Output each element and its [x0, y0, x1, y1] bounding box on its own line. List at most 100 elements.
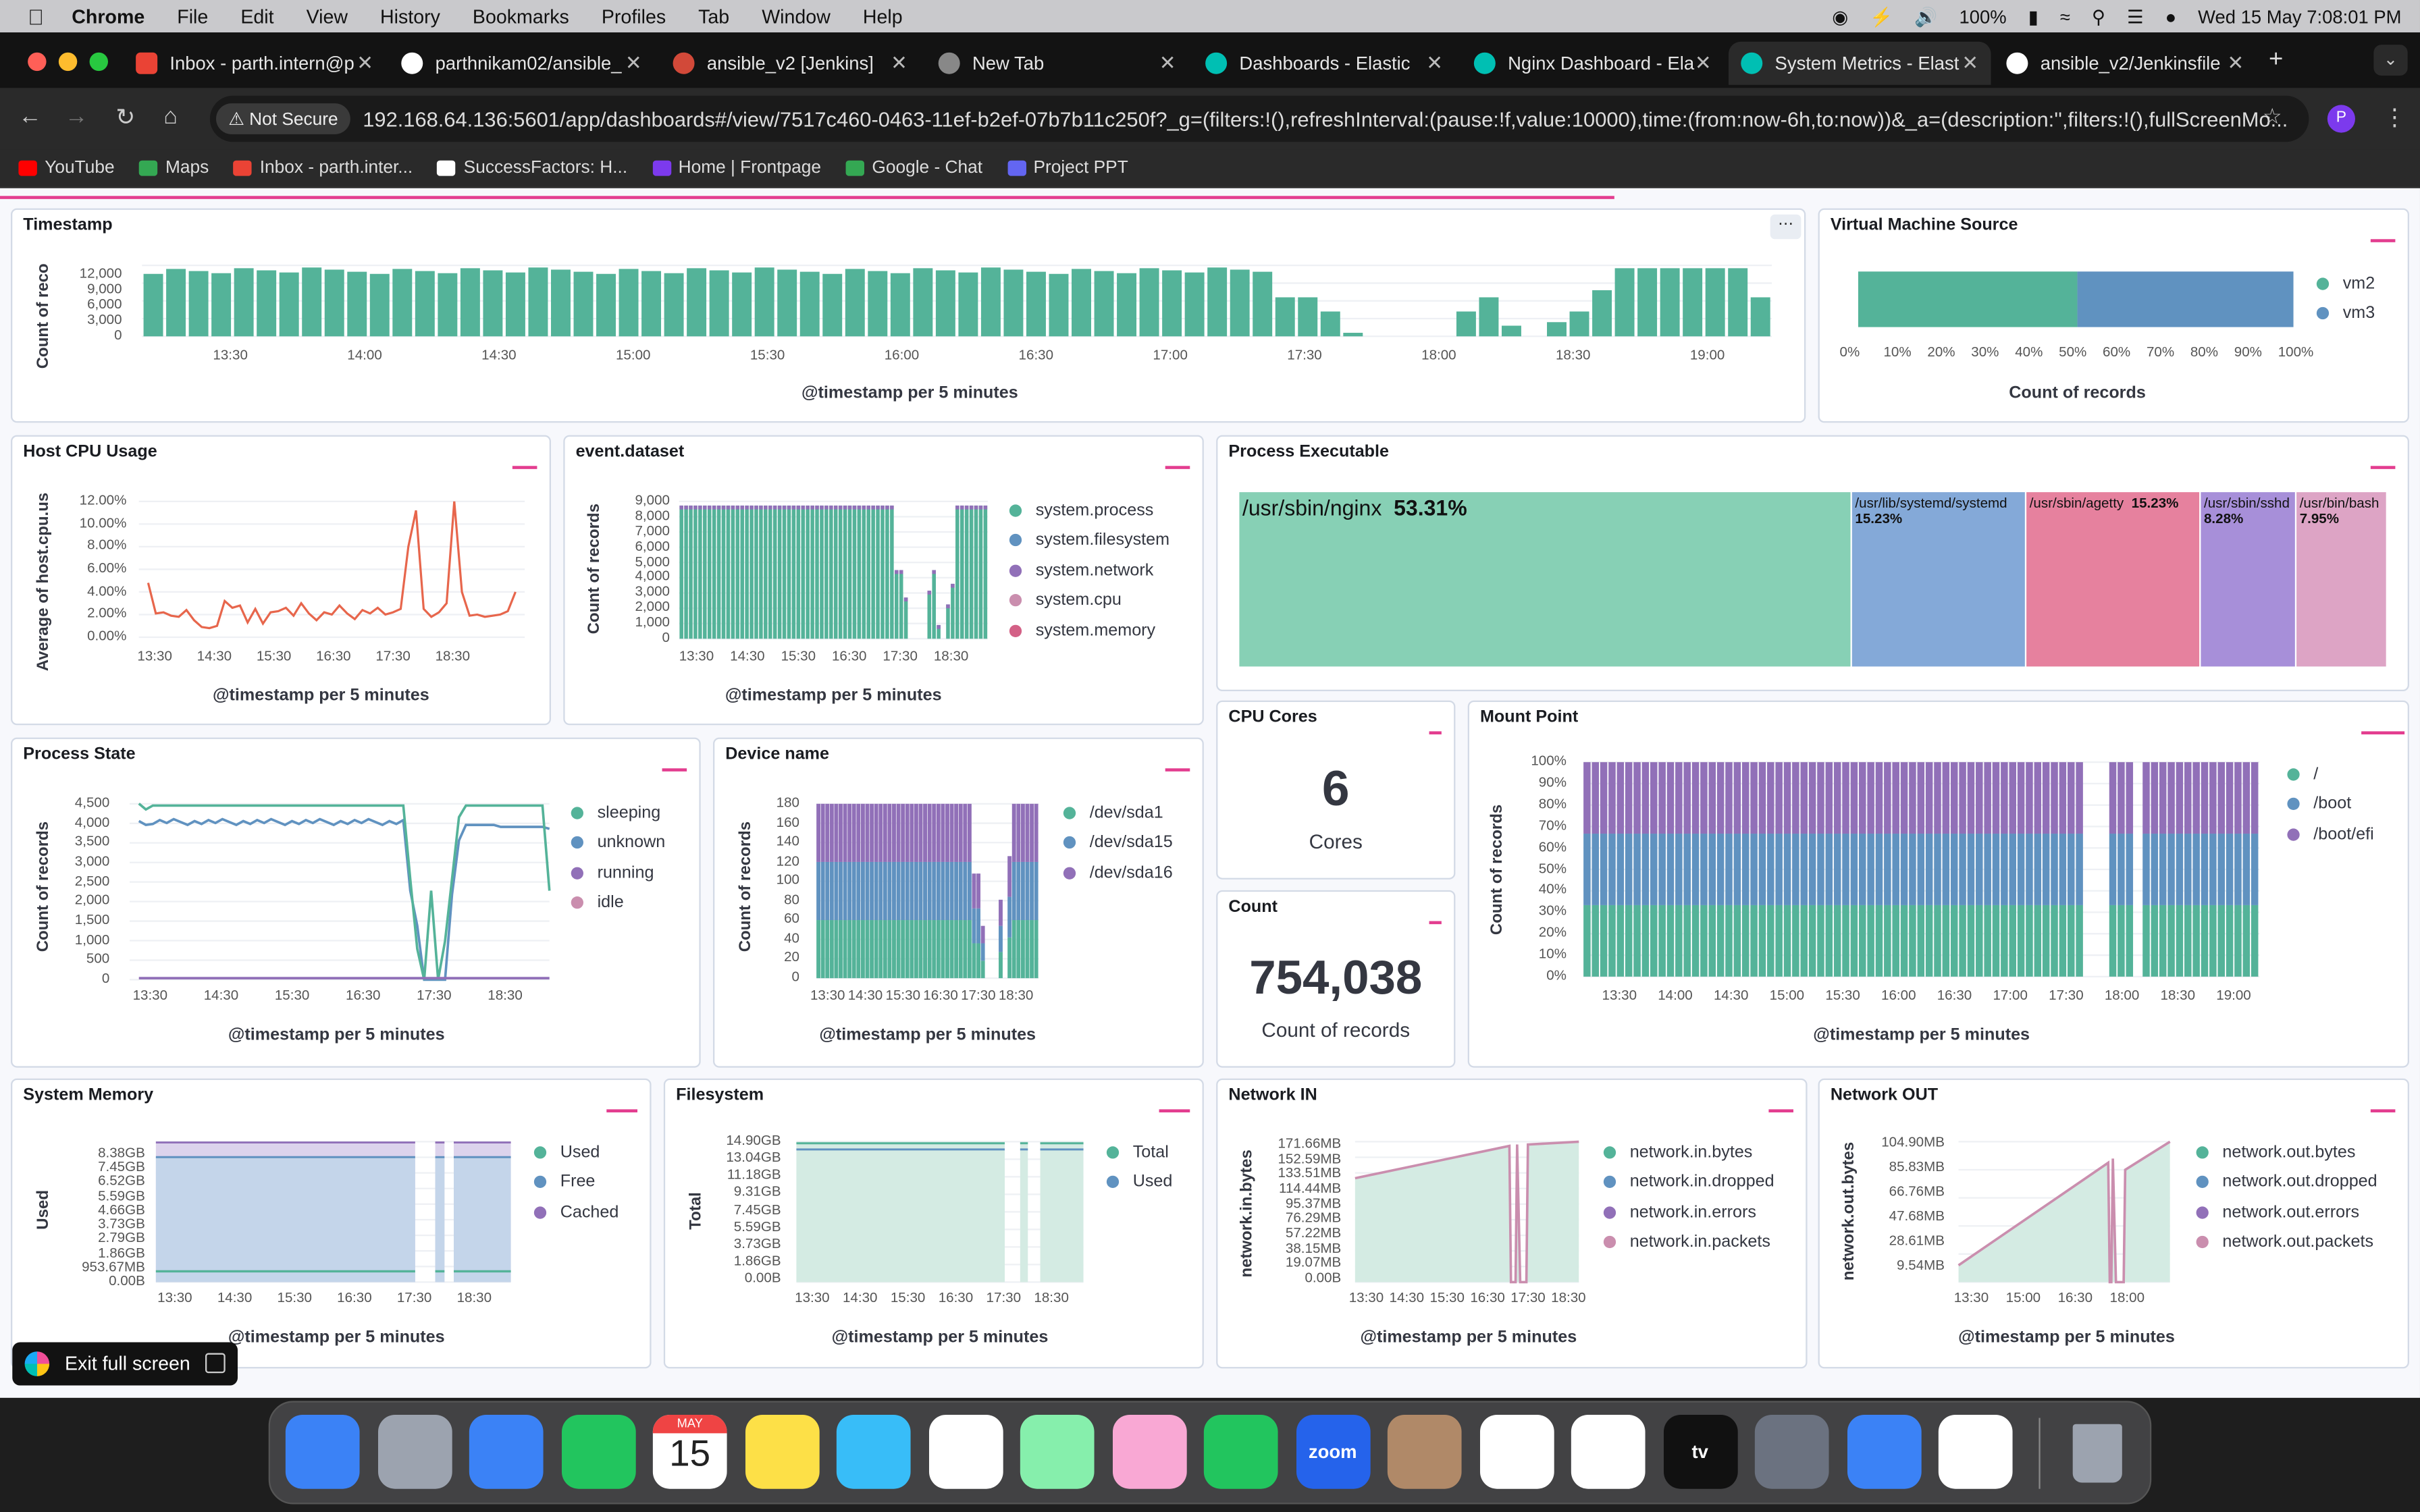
bar-segment[interactable]	[1666, 905, 1675, 977]
bar-segment[interactable]	[2126, 834, 2134, 905]
bar-segment[interactable]	[1867, 762, 1874, 834]
bar-segment[interactable]	[1758, 834, 1766, 905]
free-area[interactable]	[435, 1157, 445, 1282]
bar-segment[interactable]	[2242, 834, 2251, 905]
bar-segment[interactable]	[1583, 834, 1591, 905]
bar-segment[interactable]	[932, 803, 937, 862]
bar-segment[interactable]	[1633, 834, 1641, 905]
bar-segment[interactable]	[2159, 834, 2167, 905]
bar-segment[interactable]	[1641, 905, 1650, 977]
bar-segment[interactable]	[1658, 762, 1666, 834]
bar-segment[interactable]	[1792, 905, 1799, 977]
bar-segment[interactable]	[963, 803, 968, 862]
bar-segment[interactable]	[1976, 905, 1983, 977]
bar[interactable]	[707, 505, 712, 639]
bar[interactable]	[1049, 273, 1069, 337]
bar-segment[interactable]	[874, 920, 878, 979]
bar-segment[interactable]	[896, 920, 901, 979]
bar-segment[interactable]	[1666, 834, 1675, 905]
bar-segment[interactable]	[1942, 762, 1950, 834]
bar[interactable]	[852, 505, 857, 639]
bar-segment[interactable]	[945, 803, 949, 862]
bar-segment[interactable]	[1867, 905, 1874, 977]
bar-segment[interactable]	[1959, 762, 1966, 834]
bar-segment[interactable]	[1850, 762, 1858, 834]
bar-segment[interactable]	[2026, 834, 2033, 905]
bar-segment[interactable]	[816, 861, 821, 921]
bar-segment[interactable]	[851, 920, 856, 979]
bar[interactable]	[550, 269, 571, 337]
dock-launchpad-icon[interactable]	[377, 1414, 452, 1489]
bar-segment[interactable]	[2234, 762, 2242, 834]
bar-segment[interactable]	[1020, 861, 1025, 921]
bar[interactable]	[188, 271, 209, 337]
bar-segment[interactable]	[1708, 905, 1716, 977]
legend-item[interactable]: /boot/efi	[2287, 819, 2374, 850]
bar-segment[interactable]	[2176, 762, 2184, 834]
bar-segment[interactable]	[945, 861, 949, 921]
bar-segment[interactable]	[967, 920, 972, 979]
menu-bookmarks[interactable]: Bookmarks	[473, 5, 569, 27]
bar[interactable]	[1569, 311, 1589, 337]
spotlight-search-icon[interactable]: ⚲	[2092, 5, 2105, 27]
bar-segment[interactable]	[2242, 762, 2251, 834]
bar-segment[interactable]	[980, 943, 985, 961]
bar[interactable]	[777, 505, 782, 639]
bar-segment[interactable]	[945, 920, 949, 979]
bar[interactable]	[927, 591, 932, 639]
bar-segment[interactable]	[2151, 834, 2159, 905]
bar-segment[interactable]	[1808, 834, 1816, 905]
bar-segment[interactable]	[2176, 834, 2184, 905]
bar-segment[interactable]	[1817, 905, 1824, 977]
dock-mail-icon[interactable]	[469, 1414, 544, 1489]
bar-segment[interactable]	[980, 961, 985, 979]
bar-top-segment[interactable]	[754, 505, 758, 510]
bar-segment[interactable]	[839, 803, 843, 862]
bar[interactable]	[1637, 268, 1658, 337]
bar-segment[interactable]	[914, 803, 918, 862]
bar-segment[interactable]	[1792, 834, 1799, 905]
dock-chrome-icon[interactable]	[928, 1414, 1003, 1489]
new-tab-button[interactable]: +	[2269, 47, 2283, 74]
bar-segment[interactable]	[2159, 905, 2167, 977]
legend-item[interactable]: system.cpu	[1009, 585, 1169, 616]
bar-segment[interactable]	[2042, 762, 2050, 834]
bar-segment[interactable]	[887, 861, 892, 921]
bar-segment[interactable]	[2109, 905, 2117, 977]
bar-segment[interactable]	[878, 803, 883, 862]
bar-segment[interactable]	[1950, 762, 1958, 834]
legend-item[interactable]: /dev/sda15	[1063, 828, 1173, 858]
bar[interactable]	[866, 505, 871, 639]
bar-top-segment[interactable]	[974, 505, 978, 510]
bar-segment[interactable]	[1967, 762, 1975, 834]
bar[interactable]	[946, 604, 950, 639]
bar[interactable]	[764, 505, 768, 639]
bar-segment[interactable]	[1825, 905, 1833, 977]
bar-top-segment[interactable]	[895, 570, 899, 574]
menu-help[interactable]: Help	[863, 5, 903, 27]
bar-segment[interactable]	[1625, 834, 1633, 905]
bar-segment[interactable]	[860, 861, 865, 921]
bar-segment[interactable]	[2226, 905, 2234, 977]
zoom-window-button[interactable]	[89, 52, 108, 72]
legend-item[interactable]: idle	[571, 888, 666, 918]
bar-top-segment[interactable]	[731, 505, 735, 510]
bar[interactable]	[1547, 322, 1567, 337]
bar[interactable]	[754, 267, 774, 337]
bar-segment[interactable]	[1641, 762, 1650, 834]
bar[interactable]	[302, 267, 322, 337]
close-tab-icon[interactable]: ✕	[1695, 51, 1712, 76]
bar-top-segment[interactable]	[801, 505, 806, 510]
bar-segment[interactable]	[865, 803, 870, 862]
legend-item[interactable]: Used	[533, 1137, 619, 1168]
wifi-icon[interactable]: ≈	[2060, 5, 2070, 27]
bar-segment[interactable]	[910, 920, 914, 979]
bar-segment[interactable]	[2167, 762, 2175, 834]
bar-segment[interactable]	[1875, 834, 1883, 905]
bar[interactable]	[791, 505, 796, 639]
bar-segment[interactable]	[825, 861, 830, 921]
bar-segment[interactable]	[1650, 762, 1658, 834]
bar[interactable]	[1207, 267, 1228, 337]
dock-contacts-icon[interactable]	[1387, 1414, 1462, 1489]
bar-segment[interactable]	[2017, 834, 2025, 905]
